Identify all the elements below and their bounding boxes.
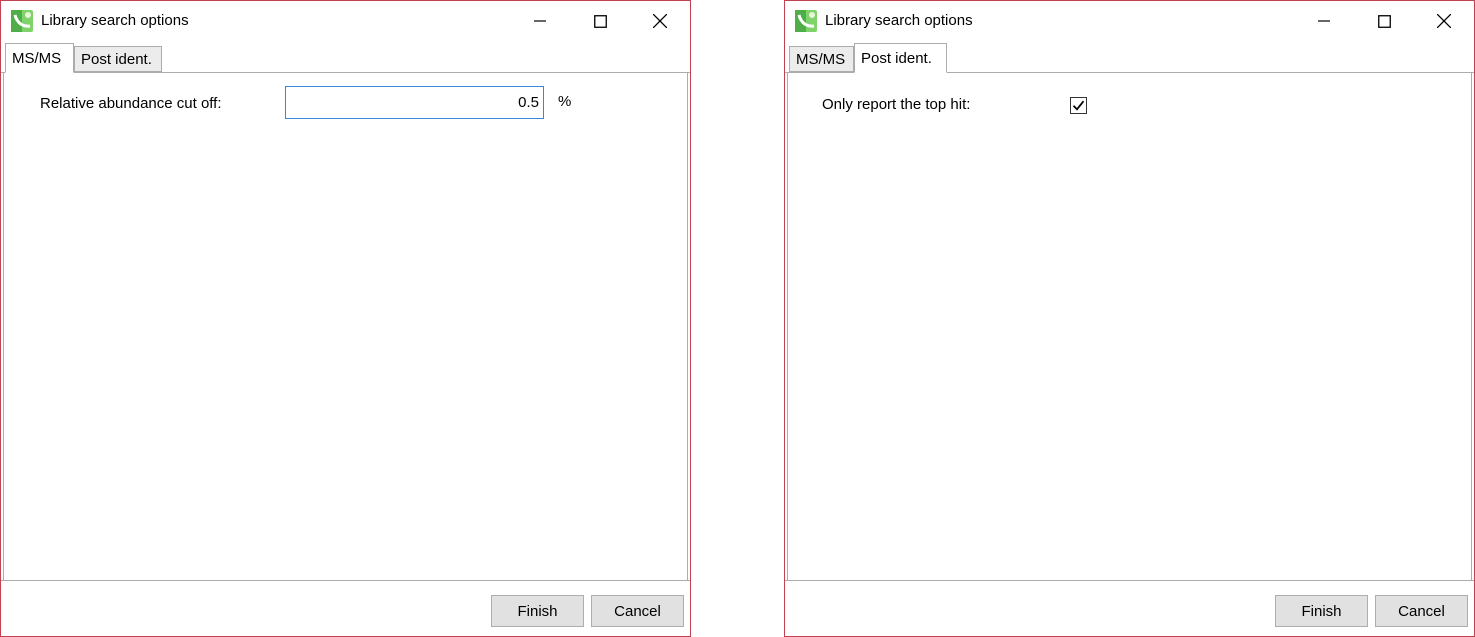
maximize-button[interactable] bbox=[1361, 1, 1407, 41]
maximize-icon bbox=[1377, 14, 1391, 28]
minimize-button[interactable] bbox=[517, 1, 563, 41]
maximize-button[interactable] bbox=[577, 1, 623, 41]
maximize-icon bbox=[593, 14, 607, 28]
tab-post-ident[interactable]: Post ident. bbox=[74, 46, 162, 72]
tab-strip: MS/MS Post ident. bbox=[1, 41, 690, 73]
relative-abundance-label: Relative abundance cut off: bbox=[40, 95, 222, 112]
only-report-top-hit-label: Only report the top hit: bbox=[822, 96, 971, 113]
relative-abundance-input[interactable] bbox=[285, 86, 544, 119]
dialog-footer: Finish Cancel bbox=[1, 581, 690, 636]
close-button[interactable] bbox=[1421, 1, 1467, 41]
minimize-icon bbox=[1318, 20, 1330, 22]
window-title: Library search options bbox=[825, 12, 973, 29]
cancel-button[interactable]: Cancel bbox=[1375, 595, 1468, 627]
cancel-button[interactable]: Cancel bbox=[591, 595, 684, 627]
only-report-top-hit-checkbox[interactable] bbox=[1070, 97, 1087, 114]
dialog-footer: Finish Cancel bbox=[785, 581, 1474, 636]
tab-strip: MS/MS Post ident. bbox=[785, 41, 1474, 73]
library-search-options-window-post-ident: Library search options MS/MS Post ident.… bbox=[784, 0, 1475, 637]
tab-post-ident[interactable]: Post ident. bbox=[854, 43, 947, 73]
window-title: Library search options bbox=[41, 12, 189, 29]
close-icon bbox=[653, 14, 667, 28]
title-bar[interactable]: Library search options bbox=[1, 1, 690, 41]
close-icon bbox=[1437, 14, 1451, 28]
tab-content-panel: Only report the top hit: bbox=[785, 72, 1474, 581]
title-bar[interactable]: Library search options bbox=[785, 1, 1474, 41]
checkmark-icon bbox=[1072, 100, 1085, 111]
minimize-icon bbox=[534, 20, 546, 22]
app-logo-icon bbox=[11, 10, 33, 32]
tab-msms[interactable]: MS/MS bbox=[789, 46, 854, 72]
tab-content-panel: Relative abundance cut off: % bbox=[1, 72, 690, 581]
app-logo-icon bbox=[795, 10, 817, 32]
tab-content-frame: Relative abundance cut off: % bbox=[3, 73, 688, 580]
library-search-options-window-msms: Library search options MS/MS Post ident.… bbox=[0, 0, 691, 637]
tab-content-frame: Only report the top hit: bbox=[787, 73, 1472, 580]
percent-unit-label: % bbox=[558, 93, 572, 110]
minimize-button[interactable] bbox=[1301, 1, 1347, 41]
tab-msms[interactable]: MS/MS bbox=[5, 43, 74, 73]
finish-button[interactable]: Finish bbox=[491, 595, 584, 627]
finish-button[interactable]: Finish bbox=[1275, 595, 1368, 627]
close-button[interactable] bbox=[637, 1, 683, 41]
